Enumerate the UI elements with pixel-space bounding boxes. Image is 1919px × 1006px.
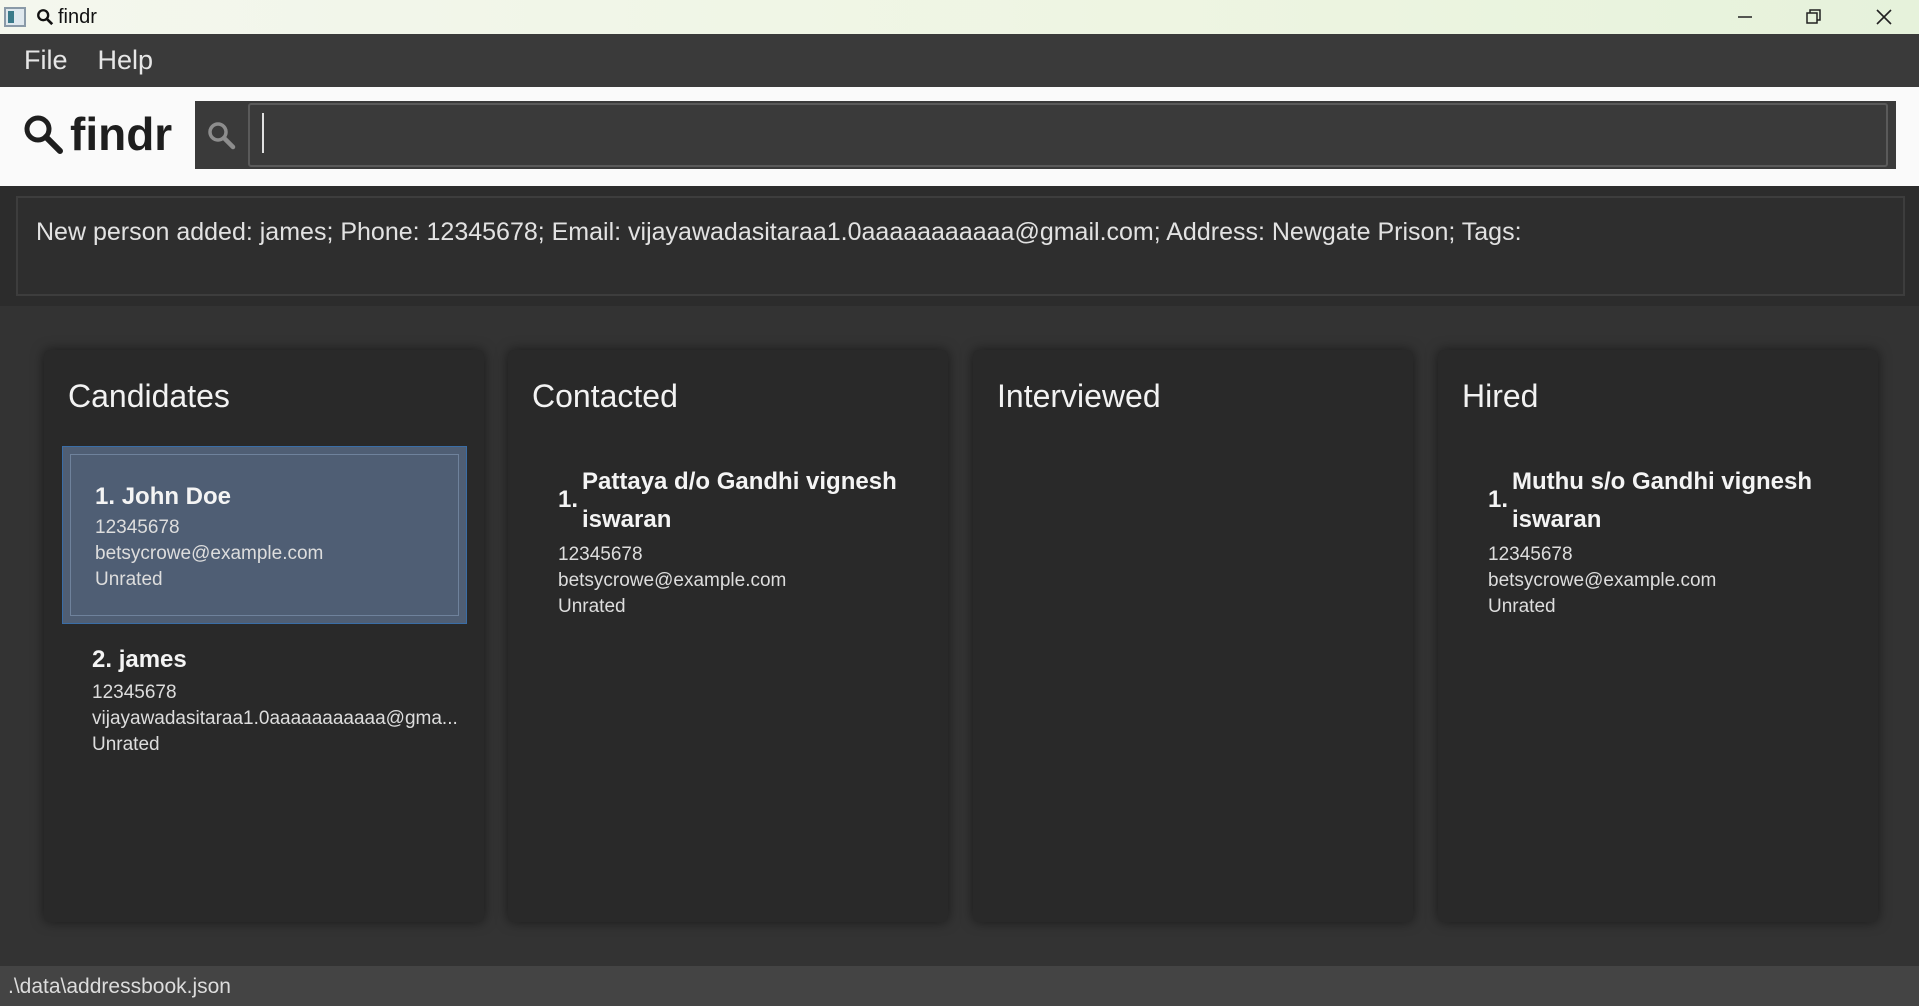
person-card[interactable]: 1. John Doe 12345678 betsycrowe@example.…: [62, 446, 467, 624]
result-message: New person added: james; Phone: 12345678…: [36, 218, 1522, 246]
close-button[interactable]: [1849, 0, 1919, 34]
status-bar: .\data\addressbook.json: [0, 966, 1919, 1006]
card-name-line1: Muthu s/o Gandhi vignesh: [1512, 468, 1812, 495]
card-rating: Unrated: [92, 734, 160, 755]
card-email: betsycrowe@example.com: [95, 543, 324, 564]
minimize-button[interactable]: [1710, 0, 1780, 34]
card-index: 2.: [92, 646, 113, 673]
header: findr: [0, 87, 1919, 186]
command-box: [195, 101, 1896, 169]
card-rating: Unrated: [95, 569, 163, 590]
result-display: New person added: james; Phone: 12345678…: [16, 196, 1905, 296]
app-window-icon: [4, 7, 26, 27]
command-input[interactable]: [248, 103, 1888, 167]
menu-file[interactable]: File: [24, 45, 68, 76]
window-title-bar: findr: [0, 0, 1919, 34]
restore-icon: [1806, 9, 1821, 24]
search-icon: [208, 122, 236, 150]
restore-button[interactable]: [1779, 0, 1849, 34]
column-hired: Hired 1. Muthu s/o Gandhi vignesh iswara…: [1438, 350, 1878, 922]
card-rating: Unrated: [558, 596, 626, 617]
column-candidates: Candidates 1. John Doe 12345678 betsycro…: [44, 350, 484, 922]
magnifier-icon: [37, 9, 54, 26]
card-phone: 12345678: [558, 544, 643, 565]
column-contacted: Contacted 1. Pattaya d/o Gandhi vignesh …: [508, 350, 948, 922]
card-index: 1.: [558, 486, 579, 513]
card-phone: 12345678: [1488, 544, 1573, 565]
column-title: Candidates: [68, 378, 230, 414]
person-card[interactable]: 1. Pattaya d/o Gandhi vignesh iswaran 12…: [526, 456, 931, 626]
card-email: betsycrowe@example.com: [558, 570, 787, 591]
status-file-path: .\data\addressbook.json: [8, 975, 231, 998]
card-name-text: james: [118, 646, 187, 673]
card-email: betsycrowe@example.com: [1488, 570, 1717, 591]
column-title: Contacted: [532, 378, 678, 414]
result-display-area: New person added: james; Phone: 12345678…: [0, 186, 1919, 306]
menu-bar: File Help: [0, 34, 1919, 87]
menu-help[interactable]: Help: [98, 45, 154, 76]
card-phone: 12345678: [95, 517, 180, 538]
text-caret: [262, 113, 264, 153]
logo-magnifier-icon: [24, 115, 63, 154]
card-name: 2. james: [92, 646, 187, 674]
column-title: Interviewed: [997, 378, 1161, 414]
search-icon-container: [195, 101, 247, 169]
card-rating: Unrated: [1488, 596, 1556, 617]
app-logo: findr: [22, 107, 172, 161]
card-name-line1: Pattaya d/o Gandhi vignesh: [582, 468, 897, 495]
card-index: 1.: [95, 483, 116, 510]
logo-text: findr: [70, 108, 173, 160]
card-index: 1.: [1488, 486, 1509, 513]
card-name-text: John Doe: [121, 483, 232, 510]
column-interviewed: Interviewed: [973, 350, 1413, 922]
column-title: Hired: [1462, 378, 1539, 414]
person-card[interactable]: 2. james 12345678 vijayawadasitaraa1.0aa…: [62, 632, 467, 782]
pipeline-board: Candidates 1. John Doe 12345678 betsycro…: [0, 306, 1919, 966]
card-name-line2: iswaran: [1512, 506, 1602, 533]
window-title: findr: [58, 5, 97, 28]
card-name: 1. John Doe: [95, 483, 231, 511]
card-name-line2: iswaran: [582, 506, 672, 533]
card-phone: 12345678: [92, 682, 177, 703]
minimize-icon: [1738, 16, 1752, 18]
person-card[interactable]: 1. Muthu s/o Gandhi vignesh iswaran 1234…: [1456, 456, 1861, 626]
close-icon: [1876, 9, 1892, 25]
card-email: vijayawadasitaraa1.0aaaaaaaaaaa@gma...: [92, 708, 458, 729]
